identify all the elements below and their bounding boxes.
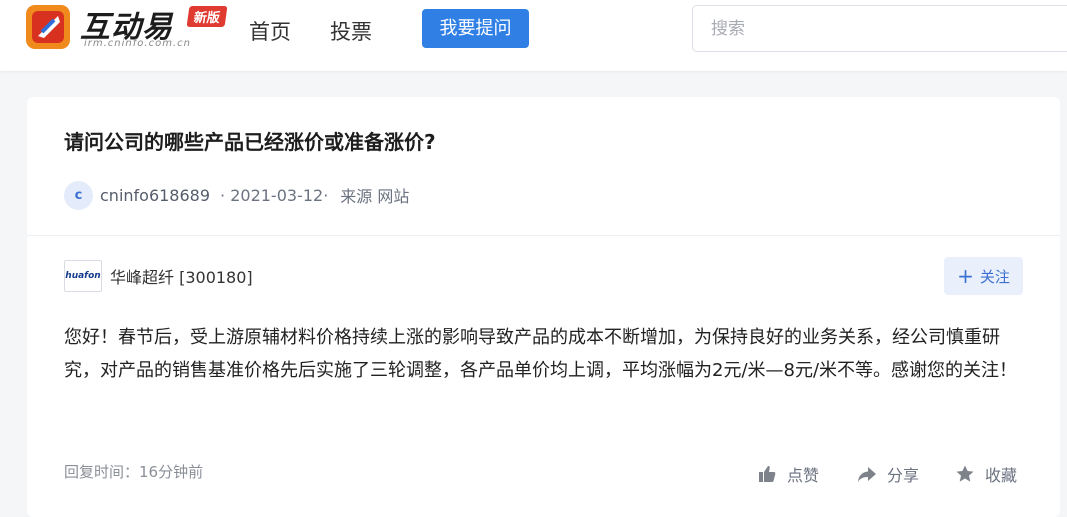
thumbs-up-icon xyxy=(759,466,776,482)
nav-home[interactable]: 首页 xyxy=(249,16,291,46)
like-button[interactable]: 点赞 xyxy=(757,462,819,486)
nav-vote[interactable]: 投票 xyxy=(330,16,372,46)
star-icon xyxy=(956,465,974,482)
like-label: 点赞 xyxy=(787,466,820,485)
reply-time: 回复时间：16分钟前 xyxy=(64,463,204,481)
divider xyxy=(27,235,1060,236)
favorite-label: 收藏 xyxy=(985,466,1018,485)
top-bar: 互动易 新版 irm.cninfo.com.cn 首页 投票 我要提问 xyxy=(0,0,1067,71)
question-meta: c cninfo618689 · 2021-03-12· 来源 网站 xyxy=(64,180,409,210)
share-icon xyxy=(858,467,876,482)
follow-button[interactable]: + 关注 xyxy=(944,257,1023,295)
share-button[interactable]: 分享 xyxy=(857,462,919,486)
question-title: 请问公司的哪些产品已经涨价或准备涨价? xyxy=(64,130,436,154)
logo-icon xyxy=(26,5,70,49)
ask-question-button[interactable]: 我要提问 xyxy=(422,9,529,48)
company-logo: huafon xyxy=(64,260,102,292)
avatar: c xyxy=(64,180,93,210)
question-source: 来源 网站 xyxy=(340,187,410,206)
site-logo[interactable]: 互动易 新版 irm.cninfo.com.cn xyxy=(24,2,234,52)
answer-text: 您好！春节后，受上游原辅材料价格持续上涨的影响导致产品的成本不断增加，为保持良好… xyxy=(64,327,1018,381)
follow-label: 关注 xyxy=(979,267,1010,286)
company-info[interactable]: huafon 华峰超纤 [300180] xyxy=(64,260,253,292)
new-version-badge: 新版 xyxy=(186,6,228,27)
question-user[interactable]: cninfo618689 xyxy=(100,186,210,205)
plus-icon: + xyxy=(957,264,974,288)
qa-card: 请问公司的哪些产品已经涨价或准备涨价? c cninfo618689 · 202… xyxy=(27,97,1060,517)
share-label: 分享 xyxy=(887,466,920,485)
search-input[interactable] xyxy=(692,5,1067,52)
logo-url: irm.cninfo.com.cn xyxy=(84,38,191,49)
company-name[interactable]: 华峰超纤 [300180] xyxy=(110,264,253,288)
favorite-button[interactable]: 收藏 xyxy=(955,462,1017,486)
question-date: · 2021-03-12· xyxy=(220,185,329,205)
